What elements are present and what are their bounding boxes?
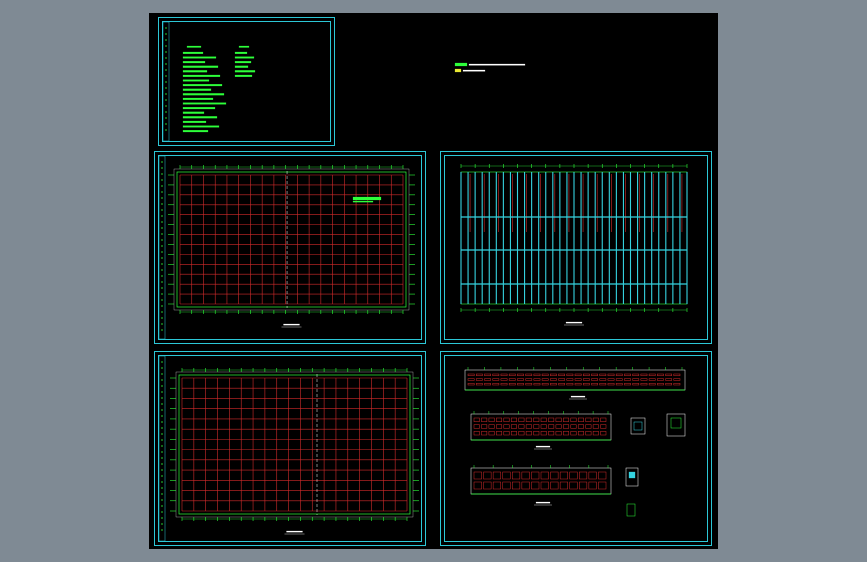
sheet-design-notes[interactable]: [158, 17, 335, 146]
sheet-plan-2[interactable]: [154, 351, 426, 546]
sheet-elevations[interactable]: [440, 351, 712, 546]
drawing-canvas[interactable]: [149, 13, 718, 549]
sheet-plan-1[interactable]: [154, 151, 426, 344]
floating-annotation: [454, 62, 526, 73]
roof-plan-drawing: [460, 164, 688, 326]
plan-2-drawing: [158, 355, 419, 542]
sheet-roof-plan[interactable]: [440, 151, 712, 344]
notes-text-block: [162, 21, 256, 142]
elevations-drawing: [464, 367, 686, 517]
plan-1-drawing: [158, 155, 415, 340]
